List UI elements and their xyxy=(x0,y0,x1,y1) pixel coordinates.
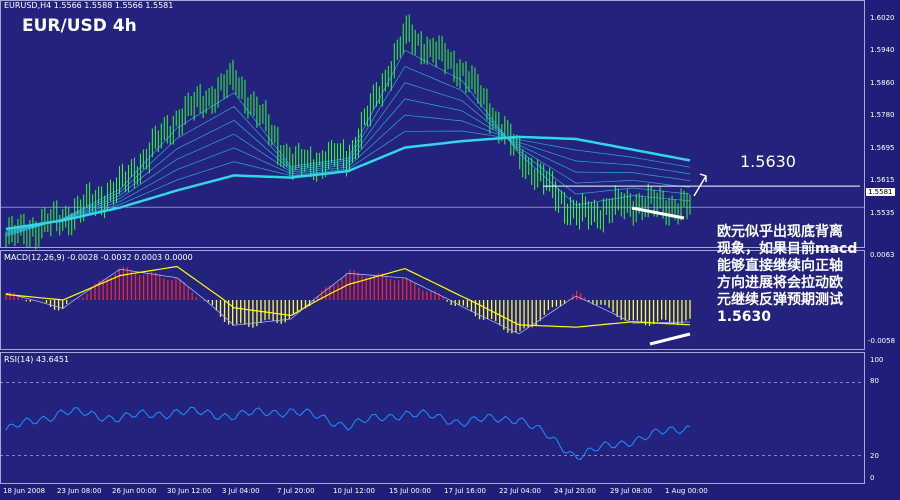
rsi-tick: 100 xyxy=(870,356,884,364)
chart-title: EUR/USD 4h xyxy=(22,16,137,36)
macd-line xyxy=(5,268,691,335)
price-tick: 1.5695 xyxy=(870,144,895,152)
rsi-tick: 80 xyxy=(870,377,879,385)
rsi-tick: 20 xyxy=(870,452,879,460)
time-tick: 7 Jul 20:00 xyxy=(277,487,315,495)
macd-divergence-line xyxy=(649,332,691,346)
annotation-line: 欧元似乎出现底背离 xyxy=(717,224,843,240)
time-tick: 30 Jun 12:00 xyxy=(167,487,212,495)
price-tick: 1.5615 xyxy=(870,176,895,184)
time-tick: 15 Jul 00:00 xyxy=(389,487,431,495)
macd-tick: -0.0058 xyxy=(868,337,896,345)
time-tick: 22 Jul 04:00 xyxy=(499,487,541,495)
time-tick: 23 Jun 08:00 xyxy=(57,487,102,495)
level-label: 1.5630 xyxy=(740,152,796,171)
time-tick: 26 Jun 00:00 xyxy=(112,487,157,495)
time-tick: 1 Aug 00:00 xyxy=(665,487,708,495)
annotation-line: 能够直接继续向正轴 xyxy=(717,258,843,274)
annotation-line: 现象，如果目前macd xyxy=(717,241,858,257)
rsi-header: RSI(14) 43.6451 xyxy=(4,355,70,364)
price-tick: 1.5535 xyxy=(870,209,895,217)
time-tick: 18 Jun 2008 xyxy=(3,487,46,495)
annotation-line: 方向进展将会拉动欧 xyxy=(717,275,843,291)
chart-window: EURUSD,H4 1.5566 1.5588 1.5566 1.5581 EU… xyxy=(0,0,900,500)
price-tick: 1.5940 xyxy=(870,46,895,54)
macd-tick: 0.0063 xyxy=(870,251,895,259)
moving-average-line xyxy=(5,98,691,234)
annotation-line: 元继续反弹预期测试 xyxy=(717,292,843,308)
macd-signal-line xyxy=(5,265,691,328)
macd-header: MACD(12,26,9) -0.0028 -0.0032 0.0003 0.0… xyxy=(4,253,193,262)
annotation-line: 1.5630 xyxy=(717,309,772,325)
slow-moving-average-line xyxy=(5,135,691,231)
time-tick: 29 Jul 08:00 xyxy=(610,487,652,495)
price-tick: 1.6020 xyxy=(870,14,895,22)
price-tick: 1.5860 xyxy=(870,79,895,87)
rsi-tick: 0 xyxy=(870,474,875,482)
moving-average-line xyxy=(5,49,691,237)
moving-average-line xyxy=(5,114,691,232)
price-divergence-line xyxy=(631,206,685,220)
time-tick: 24 Jul 20:00 xyxy=(554,487,596,495)
current-price-badge: 1.5581 xyxy=(866,188,895,196)
time-tick: 10 Jul 12:00 xyxy=(333,487,375,495)
time-tick: 3 Jul 04:00 xyxy=(222,487,260,495)
annotation-text: 欧元似乎出现底背离 现象，如果目前macd 能够直接继续向正轴 方向进展将会拉动… xyxy=(717,224,865,326)
time-tick: 17 Jul 16:00 xyxy=(444,487,486,495)
moving-average-line xyxy=(5,130,691,231)
price-tick: 1.5780 xyxy=(870,111,895,119)
rsi-line xyxy=(5,406,691,461)
breakout-arrow xyxy=(693,173,707,197)
price-header: EURUSD,H4 1.5566 1.5588 1.5566 1.5581 xyxy=(4,1,174,10)
